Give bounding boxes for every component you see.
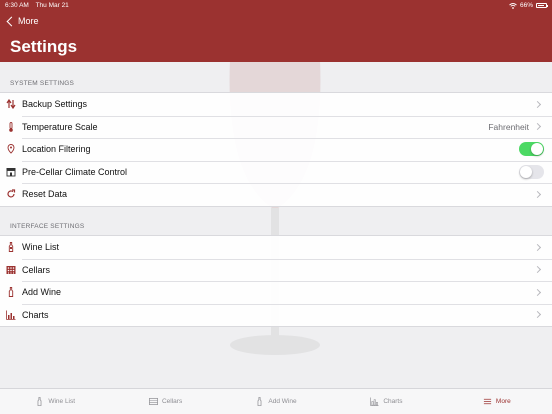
row-label: Wine List — [22, 242, 60, 253]
wine-bottle-icon — [0, 242, 22, 253]
location-filtering-toggle[interactable] — [519, 142, 544, 157]
backup-arrows-icon — [0, 99, 22, 110]
row-pre-cellar-climate: Pre-Cellar Climate Control — [0, 160, 552, 184]
location-pin-icon — [0, 144, 22, 154]
tab-cellars[interactable]: Cellars — [110, 389, 220, 414]
status-date: Thu Mar 21 — [35, 2, 69, 9]
tab-add-wine[interactable]: Add Wine — [221, 389, 331, 414]
tab-bar: Wine List Cellars Add Wine Charts More — [0, 388, 552, 414]
add-bottle-icon — [258, 397, 262, 406]
tab-label: Wine List — [48, 398, 76, 405]
tab-label: Add Wine — [268, 398, 297, 405]
back-label: More — [18, 16, 39, 26]
tab-label: More — [495, 398, 511, 405]
row-location-filtering: Location Filtering — [0, 138, 552, 161]
wifi-icon — [509, 2, 517, 9]
chevron-right-icon — [533, 123, 542, 131]
row-cellars[interactable]: Cellars — [0, 258, 552, 282]
row-label: Charts — [22, 309, 49, 320]
row-wine-list[interactable]: Wine List — [0, 236, 552, 259]
status-time: 6:30 AM — [5, 2, 29, 9]
row-reset-data[interactable]: Reset Data — [0, 183, 552, 206]
tab-label: Cellars — [161, 398, 183, 405]
bar-chart-icon — [370, 397, 379, 406]
row-label: Add Wine — [22, 287, 62, 298]
back-button[interactable]: More — [6, 16, 39, 26]
interface-settings-group: Wine List Cellars Add Wine Charts — [0, 235, 552, 327]
row-backup-settings[interactable]: Backup Settings — [0, 93, 552, 116]
wine-bottle-icon — [37, 397, 42, 406]
temperature-scale-value: Fahrenheit — [488, 121, 529, 132]
chevron-right-icon — [533, 266, 542, 274]
tab-charts[interactable]: Charts — [331, 389, 441, 414]
thermometer-icon — [0, 121, 22, 132]
row-add-wine[interactable]: Add Wine — [0, 281, 552, 304]
chevron-right-icon — [533, 311, 542, 319]
menu-lines-icon — [483, 398, 492, 405]
wine-rack-icon — [0, 265, 22, 275]
battery-icon — [536, 3, 548, 8]
chevron-right-icon — [533, 288, 542, 296]
pre-cellar-climate-toggle[interactable] — [519, 164, 544, 179]
system-settings-group: Backup Settings Temperature Scale Fahren… — [0, 92, 552, 207]
row-label: Temperature Scale — [22, 121, 98, 132]
row-charts[interactable]: Charts — [0, 303, 552, 327]
interface-settings-header: INTERFACE SETTINGS — [10, 223, 85, 230]
status-bar: 6:30 AM Thu Mar 21 66% — [0, 0, 552, 11]
add-bottle-icon — [0, 287, 22, 298]
row-temperature-scale[interactable]: Temperature Scale Fahrenheit — [0, 115, 552, 139]
chevron-right-icon — [533, 190, 542, 198]
page-title: Settings — [10, 37, 78, 56]
chevron-left-icon — [6, 16, 17, 26]
system-settings-header: SYSTEM SETTINGS — [10, 80, 75, 87]
tab-more[interactable]: More — [442, 389, 552, 414]
row-label: Backup Settings — [22, 99, 88, 110]
status-right: 66% — [509, 0, 548, 11]
chevron-right-icon — [533, 243, 542, 251]
reset-icon — [0, 189, 22, 199]
store-icon — [0, 167, 22, 177]
row-label: Pre-Cellar Climate Control — [22, 166, 128, 177]
row-label: Cellars — [22, 264, 51, 275]
bar-chart-icon — [0, 310, 22, 320]
nav-header: 6:30 AM Thu Mar 21 66% More Settings — [0, 0, 552, 62]
wine-rack-icon — [149, 397, 158, 406]
tab-label: Charts — [383, 398, 403, 405]
chevron-right-icon — [533, 100, 542, 108]
row-label: Reset Data — [22, 189, 68, 200]
battery-percent: 66% — [519, 2, 533, 9]
status-left: 6:30 AM Thu Mar 21 — [5, 0, 74, 11]
tab-wine-list[interactable]: Wine List — [0, 389, 110, 414]
row-label: Location Filtering — [22, 144, 91, 155]
